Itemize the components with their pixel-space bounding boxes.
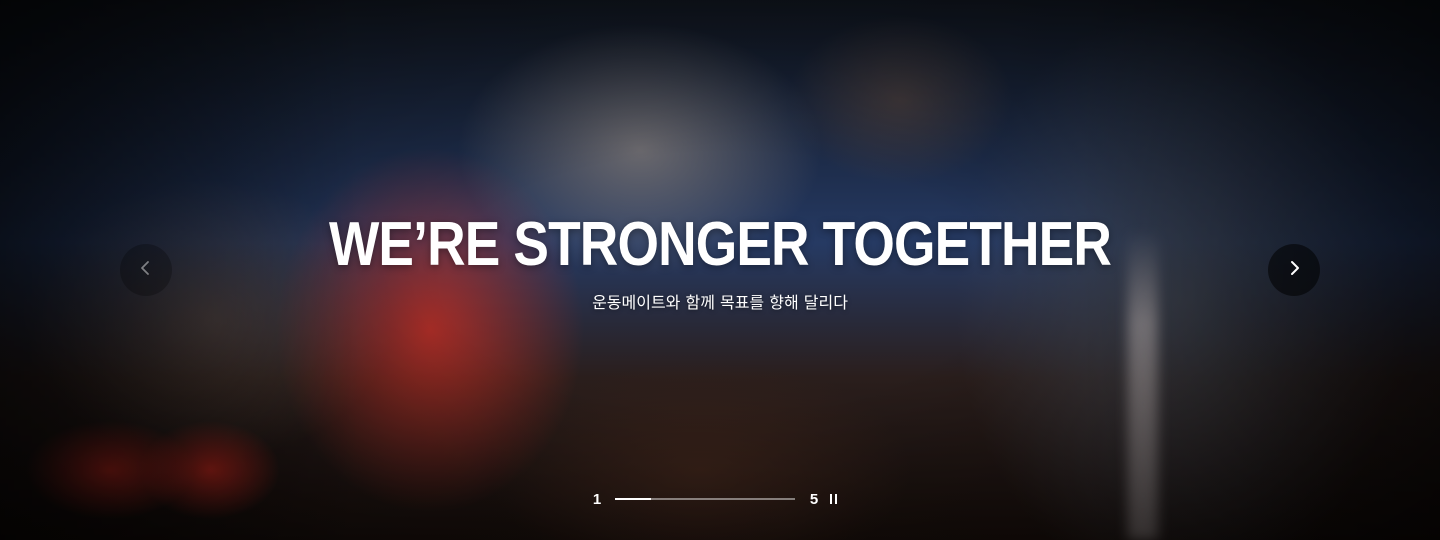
- hero-title: WE’RE STRONGER TOGETHER: [328, 210, 1112, 279]
- hero-subtitle: 운동메이트와 함께 목표를 향해 달리다: [592, 293, 848, 312]
- carousel-prev-button[interactable]: [120, 244, 172, 296]
- current-slide-number: 1: [592, 490, 602, 508]
- pause-icon-bar: [830, 494, 832, 504]
- hero-banner: WE’RE STRONGER TOGETHER 운동메이트와 함께 목표를 향해…: [0, 0, 1440, 540]
- carousel-next-button[interactable]: [1268, 244, 1320, 296]
- carousel-progress-track[interactable]: [615, 498, 795, 500]
- chevron-right-icon: [1285, 259, 1303, 281]
- carousel-pagination: 1 5: [592, 488, 837, 510]
- pause-button[interactable]: [830, 493, 837, 505]
- total-slide-number: 5: [809, 490, 819, 508]
- chevron-left-icon: [137, 259, 155, 281]
- carousel-progress-fill: [615, 498, 651, 500]
- pause-icon-bar: [835, 494, 837, 504]
